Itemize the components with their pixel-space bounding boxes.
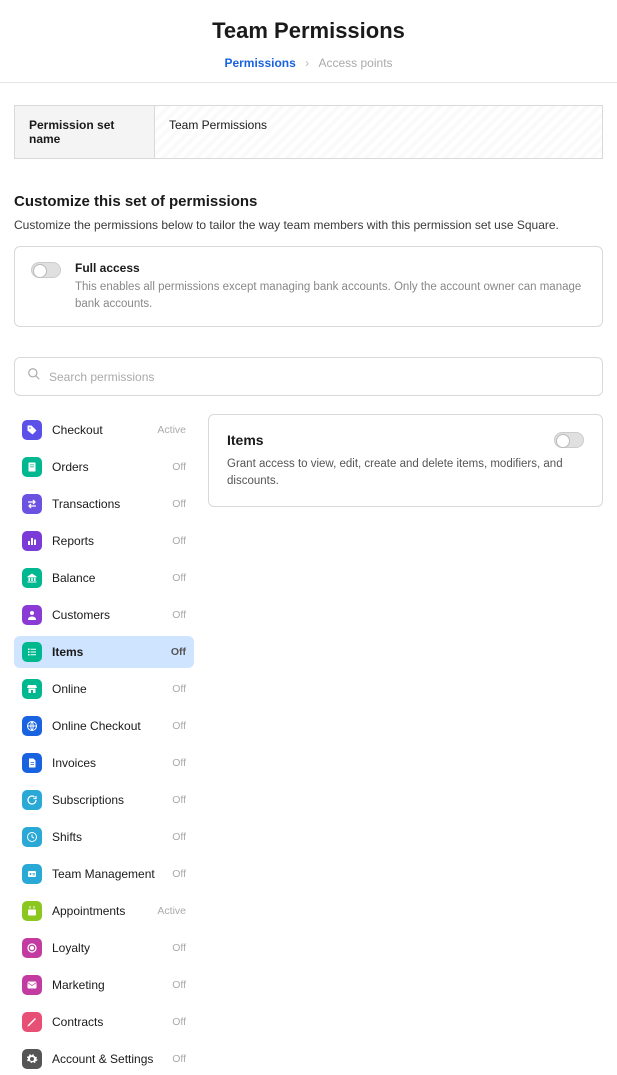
sidebar-item-label: Online Checkout xyxy=(52,719,162,733)
sidebar-item-label: Checkout xyxy=(52,423,147,437)
sidebar-item-status: Off xyxy=(172,683,186,695)
sidebar-item-online-checkout[interactable]: Online Checkout Off xyxy=(14,710,194,742)
sidebar-item-status: Off xyxy=(172,1016,186,1028)
sidebar-item-label: Shifts xyxy=(52,830,162,844)
receipt-icon xyxy=(22,457,42,477)
sidebar-item-status: Off xyxy=(172,1053,186,1065)
detail-panel: Items Grant access to view, edit, create… xyxy=(208,414,603,506)
sidebar-item-orders[interactable]: Orders Off xyxy=(14,451,194,483)
sidebar-item-status: Off xyxy=(172,757,186,769)
mail-icon xyxy=(22,975,42,995)
sidebar-item-items[interactable]: Items Off xyxy=(14,636,194,668)
globe-icon xyxy=(22,716,42,736)
tab-permissions[interactable]: Permissions xyxy=(224,56,295,70)
detail-title: Items xyxy=(227,432,264,448)
sidebar-item-label: Transactions xyxy=(52,497,162,511)
sidebar-item-contracts[interactable]: Contracts Off xyxy=(14,1006,194,1038)
sidebar-item-status: Off xyxy=(172,794,186,806)
sidebar-item-label: Balance xyxy=(52,571,162,585)
sidebar-item-team-mgmt[interactable]: Team Management Off xyxy=(14,858,194,890)
sidebar-item-checkout[interactable]: Checkout Active xyxy=(14,414,194,446)
sidebar-item-status: Off xyxy=(172,535,186,547)
customize-desc: Customize the permissions below to tailo… xyxy=(14,218,603,232)
full-access-title: Full access xyxy=(75,261,586,275)
sidebar-item-label: Customers xyxy=(52,608,162,622)
sidebar-item-marketing[interactable]: Marketing Off xyxy=(14,969,194,1001)
sidebar-item-status: Off xyxy=(172,572,186,584)
sidebar-item-label: Team Management xyxy=(52,867,162,881)
calendar-icon xyxy=(22,901,42,921)
sidebar-item-label: Appointments xyxy=(52,904,147,918)
sidebar-item-appointments[interactable]: Appointments Active xyxy=(14,895,194,927)
sidebar-item-loyalty[interactable]: Loyalty Off xyxy=(14,932,194,964)
permission-set-name-value[interactable]: Team Permissions xyxy=(155,106,602,158)
gear-icon xyxy=(22,1049,42,1069)
full-access-desc: This enables all permissions except mana… xyxy=(75,279,586,312)
sidebar-item-online[interactable]: Online Off xyxy=(14,673,194,705)
sidebar-item-label: Orders xyxy=(52,460,162,474)
sidebar-item-status: Off xyxy=(171,646,186,658)
sidebar-item-status: Active xyxy=(157,424,186,436)
sidebar-item-label: Subscriptions xyxy=(52,793,162,807)
sidebar-item-customers[interactable]: Customers Off xyxy=(14,599,194,631)
sidebar-item-status: Off xyxy=(172,498,186,510)
tag-icon xyxy=(22,420,42,440)
sidebar-item-status: Off xyxy=(172,609,186,621)
sidebar-item-label: Items xyxy=(52,645,161,659)
bank-icon xyxy=(22,568,42,588)
search-permissions-box[interactable] xyxy=(14,357,603,396)
clock-icon xyxy=(22,827,42,847)
sidebar-item-status: Active xyxy=(157,905,186,917)
sidebar-item-label: Online xyxy=(52,682,162,696)
sidebar-item-transactions[interactable]: Transactions Off xyxy=(14,488,194,520)
bars-icon xyxy=(22,531,42,551)
sidebar-item-balance[interactable]: Balance Off xyxy=(14,562,194,594)
sidebar-item-subscriptions[interactable]: Subscriptions Off xyxy=(14,784,194,816)
sidebar-item-label: Account & Settings xyxy=(52,1052,162,1066)
search-icon xyxy=(27,367,41,386)
sidebar-item-invoices[interactable]: Invoices Off xyxy=(14,747,194,779)
list-icon xyxy=(22,642,42,662)
sidebar-item-label: Marketing xyxy=(52,978,162,992)
sidebar-item-status: Off xyxy=(172,831,186,843)
arrows-icon xyxy=(22,494,42,514)
sidebar-item-status: Off xyxy=(172,868,186,880)
detail-desc: Grant access to view, edit, create and d… xyxy=(227,456,584,489)
sidebar-item-label: Loyalty xyxy=(52,941,162,955)
full-access-box: Full access This enables all permissions… xyxy=(14,246,603,327)
refresh-icon xyxy=(22,790,42,810)
person-icon xyxy=(22,605,42,625)
sidebar-item-label: Contracts xyxy=(52,1015,162,1029)
sidebar-item-status: Off xyxy=(172,720,186,732)
pen-icon xyxy=(22,1012,42,1032)
doc-icon xyxy=(22,753,42,773)
store-icon xyxy=(22,679,42,699)
detail-toggle[interactable] xyxy=(554,432,584,448)
tab-access-points[interactable]: Access points xyxy=(319,56,393,70)
customize-title: Customize this set of permissions xyxy=(14,193,603,210)
sidebar-item-account[interactable]: Account & Settings Off xyxy=(14,1043,194,1075)
search-input[interactable] xyxy=(49,370,590,384)
permission-set-name-label: Permission set name xyxy=(15,106,155,158)
sidebar-item-label: Invoices xyxy=(52,756,162,770)
sidebar-item-reports[interactable]: Reports Off xyxy=(14,525,194,557)
badge-icon xyxy=(22,864,42,884)
chevron-right-icon: › xyxy=(305,56,309,70)
circle-icon xyxy=(22,938,42,958)
sidebar-item-status: Off xyxy=(172,979,186,991)
sidebar-item-label: Reports xyxy=(52,534,162,548)
sidebar-item-shifts[interactable]: Shifts Off xyxy=(14,821,194,853)
full-access-toggle[interactable] xyxy=(31,262,61,278)
page-title: Team Permissions xyxy=(0,0,617,56)
sidebar-item-status: Off xyxy=(172,942,186,954)
category-sidebar: CheckoutActiveOrdersOffTransactionsOffRe… xyxy=(14,414,194,1075)
tab-bar: Permissions › Access points xyxy=(0,56,617,83)
permission-set-name-box: Permission set name Team Permissions xyxy=(14,105,603,159)
sidebar-item-status: Off xyxy=(172,461,186,473)
